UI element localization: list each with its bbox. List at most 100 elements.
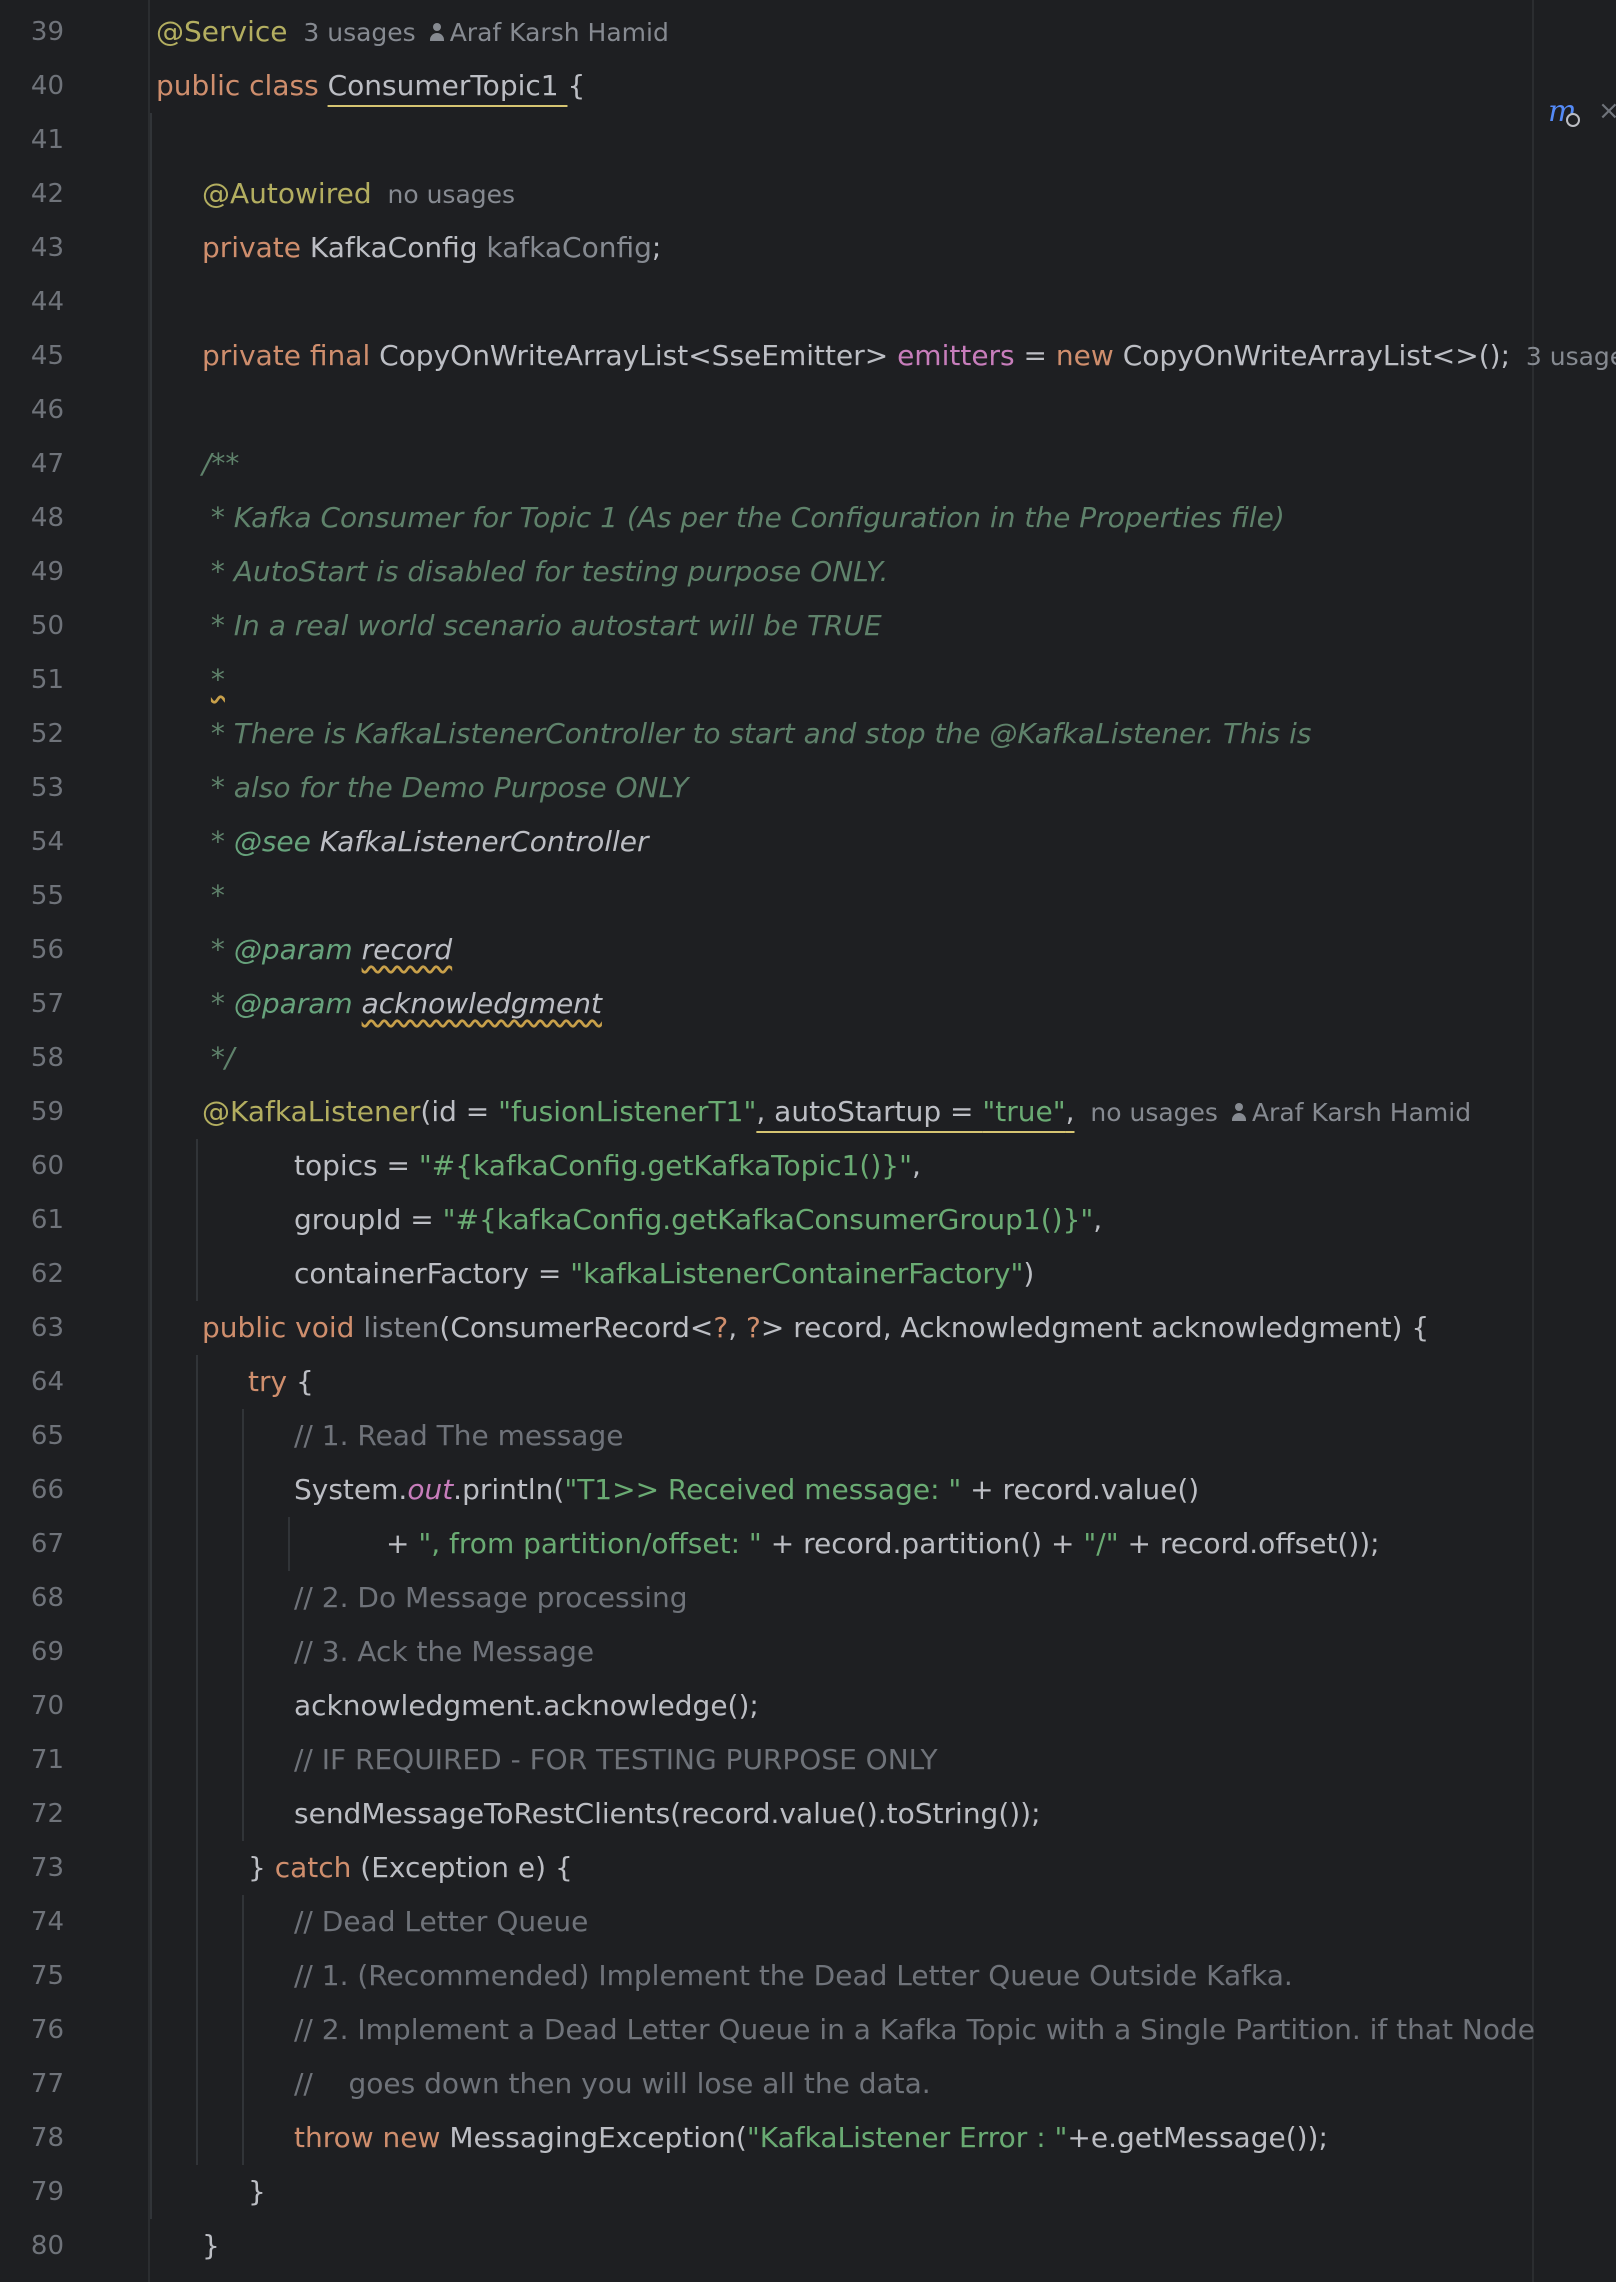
line-number[interactable]: 45 — [0, 329, 64, 383]
code-token: > record, Acknowledgment acknowledgment)… — [760, 1311, 1430, 1344]
line-number[interactable]: 52 — [0, 707, 64, 761]
code-line[interactable]: 63 public void listen(ConsumerRecord<?, ?… — [0, 1301, 1616, 1355]
line-number[interactable]: 63 — [0, 1301, 64, 1355]
code-line[interactable]: 73} catch (Exception e) { — [0, 1841, 1616, 1895]
code-line[interactable]: 48 * Kafka Consumer for Topic 1 (As per … — [0, 491, 1616, 545]
line-number[interactable]: 71 — [0, 1733, 64, 1787]
line-number[interactable]: 40 — [0, 59, 64, 113]
line-number[interactable]: 59 — [0, 1085, 64, 1139]
code-line[interactable]: 60 topics = "#{kafkaConfig.getKafkaTopic1… — [0, 1139, 1616, 1193]
code-line[interactable]: 52 * There is KafkaListenerController to… — [0, 707, 1616, 761]
line-code: * — [202, 653, 225, 707]
code-token: + — [386, 1527, 419, 1560]
inlay-hint: 3 usages — [287, 18, 416, 47]
line-number[interactable]: 69 — [0, 1625, 64, 1679]
inlay-hint: no usages — [1074, 1098, 1218, 1127]
line-number[interactable]: 73 — [0, 1841, 64, 1895]
line-code: } — [202, 2219, 220, 2273]
code-line[interactable]: 50 * In a real world scenario autostart … — [0, 599, 1616, 653]
line-number[interactable]: 39 — [0, 5, 64, 59]
line-number[interactable]: 46 — [0, 383, 64, 437]
code-token: */ — [202, 1041, 235, 1074]
line-number[interactable]: 72 — [0, 1787, 64, 1841]
code-line[interactable]: 58 */ — [0, 1031, 1616, 1085]
code-line[interactable]: 64 try { — [0, 1355, 1616, 1409]
line-number[interactable]: 55 — [0, 869, 64, 923]
code-line[interactable]: 47 /** — [0, 437, 1616, 491]
code-line[interactable]: 43 private KafkaConfig kafkaConfig; — [0, 221, 1616, 275]
code-token: ConsumerTopic1 — [327, 69, 568, 102]
line-number[interactable]: 76 — [0, 2003, 64, 2057]
line-number[interactable]: 78 — [0, 2111, 64, 2165]
line-number[interactable]: 51 — [0, 653, 64, 707]
line-number[interactable]: 42 — [0, 167, 64, 221]
code-token: * In a real world scenario autostart wil… — [202, 609, 882, 642]
code-line[interactable]: 44 — [0, 275, 1616, 329]
code-token: record — [361, 933, 453, 966]
line-number[interactable]: 79 — [0, 2165, 64, 2219]
code-token: /** — [202, 447, 240, 480]
code-token: * — [202, 879, 225, 912]
line-number[interactable]: 57 — [0, 977, 64, 1031]
code-token: @KafkaListener — [202, 1095, 421, 1128]
line-number[interactable]: 48 — [0, 491, 64, 545]
line-number[interactable]: 43 — [0, 221, 64, 275]
code-line[interactable]: 54 * @see KafkaListenerController — [0, 815, 1616, 869]
line-number[interactable]: 47 — [0, 437, 64, 491]
line-number[interactable]: 61 — [0, 1193, 64, 1247]
line-number[interactable]: 58 — [0, 1031, 64, 1085]
line-code: * AutoStart is disabled for testing purp… — [202, 545, 889, 599]
code-line[interactable]: 46 — [0, 383, 1616, 437]
line-code: /** — [202, 437, 239, 491]
line-number[interactable]: 50 — [0, 599, 64, 653]
line-number[interactable]: 60 — [0, 1139, 64, 1193]
code-line[interactable]: 62 containerFactory = "kafkaListenerConta… — [0, 1247, 1616, 1301]
code-line[interactable]: 61 groupId = "#{kafkaConfig.getKafkaConsu… — [0, 1193, 1616, 1247]
line-number[interactable]: 67 — [0, 1517, 64, 1571]
code-line[interactable]: 57 * @param acknowledgment — [0, 977, 1616, 1031]
line-number[interactable]: 54 — [0, 815, 64, 869]
code-line[interactable]: 53 * also for the Demo Purpose ONLY — [0, 761, 1616, 815]
maven-reload-widget[interactable]: m × — [1536, 84, 1616, 142]
code-token: @see — [233, 825, 320, 858]
line-number[interactable]: 75 — [0, 1949, 64, 2003]
indent-guide — [288, 1517, 290, 1571]
line-number[interactable]: 49 — [0, 545, 64, 599]
code-line[interactable]: 49 * AutoStart is disabled for testing p… — [0, 545, 1616, 599]
code-line[interactable]: 42 @Autowired no usages — [0, 167, 1616, 221]
line-number[interactable]: 77 — [0, 2057, 64, 2111]
code-line[interactable]: 80} — [0, 2219, 1616, 2273]
code-line[interactable]: 40 public class ConsumerTopic1 { — [0, 59, 1616, 113]
close-icon[interactable]: × — [1598, 96, 1616, 126]
line-code: // 1. (Recommended) Implement the Dead L… — [294, 1949, 1293, 2003]
code-editor[interactable]: 39 @Service 3 usages Araf Karsh Hamid 40 pub… — [0, 0, 1616, 2282]
code-line[interactable]: 41 — [0, 113, 1616, 167]
line-number[interactable]: 65 — [0, 1409, 64, 1463]
code-line[interactable]: 59 @KafkaListener(id = "fusionListenerT1"… — [0, 1085, 1616, 1139]
code-token: ; — [651, 231, 662, 264]
code-token: CopyOnWriteArrayList<SseEmitter> — [379, 339, 898, 372]
line-number[interactable]: 64 — [0, 1355, 64, 1409]
maven-reload-icon[interactable]: m — [1548, 94, 1581, 129]
line-number[interactable]: 74 — [0, 1895, 64, 1949]
line-number[interactable]: 53 — [0, 761, 64, 815]
code-token: System. — [294, 1473, 408, 1506]
code-line[interactable]: 55 * — [0, 869, 1616, 923]
code-line[interactable]: 79} — [0, 2165, 1616, 2219]
line-number[interactable]: 44 — [0, 275, 64, 329]
code-line[interactable]: 51 * — [0, 653, 1616, 707]
line-number[interactable]: 70 — [0, 1679, 64, 1733]
code-line[interactable]: 56 * @param record — [0, 923, 1616, 977]
line-number[interactable]: 66 — [0, 1463, 64, 1517]
line-number[interactable]: 62 — [0, 1247, 64, 1301]
code-line[interactable]: 45 private final CopyOnWriteArrayList<Sse… — [0, 329, 1616, 383]
line-number[interactable]: 56 — [0, 923, 64, 977]
code-token: * There is KafkaListenerController to st… — [202, 717, 1312, 750]
code-token: // 2. Do Message processing — [294, 1581, 688, 1614]
code-token: @Autowired — [202, 177, 372, 210]
line-number[interactable]: 80 — [0, 2219, 64, 2273]
line-number[interactable]: 68 — [0, 1571, 64, 1625]
code-line[interactable]: 39 @Service 3 usages Araf Karsh Hamid — [0, 5, 1616, 59]
line-number[interactable]: 41 — [0, 113, 64, 167]
